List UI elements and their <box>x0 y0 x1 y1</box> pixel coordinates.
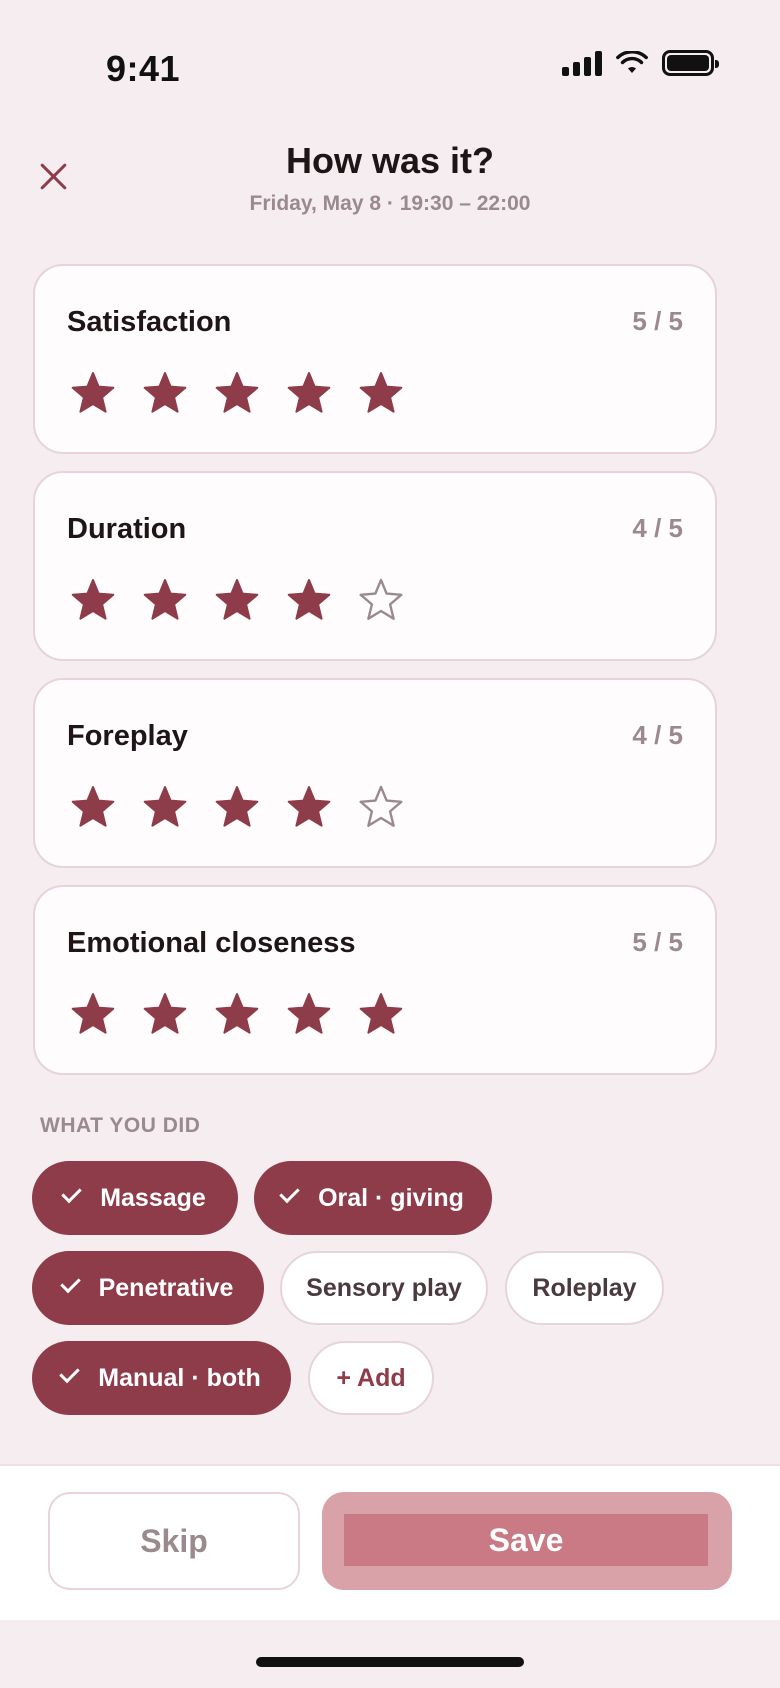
activity-chip-penetrative[interactable]: Penetrative <box>32 1251 264 1325</box>
activity-chip-roleplay[interactable]: Roleplay <box>505 1251 664 1325</box>
add-activity-button[interactable]: + Add <box>308 1341 434 1415</box>
rating-card-duration: Duration 4 / 5 <box>33 471 717 661</box>
star-filled-icon[interactable] <box>213 784 261 830</box>
rating-label: Foreplay <box>67 720 188 752</box>
rating-score: 4 / 5 <box>632 720 683 750</box>
save-button[interactable]: Save <box>322 1492 732 1590</box>
rating-label: Duration <box>67 513 187 545</box>
rating-label: Emotional closeness <box>67 927 356 959</box>
status-time: 9:41 <box>106 48 181 89</box>
star-filled-icon[interactable] <box>357 991 405 1037</box>
section-label-what-you-did: WHAT YOU DID <box>40 1114 201 1137</box>
star-empty-icon[interactable] <box>357 784 405 830</box>
session-datetime: Friday, May 8 · 19:30 – 22:00 <box>249 192 531 215</box>
check-icon <box>62 1362 76 1386</box>
battery-icon <box>662 50 719 76</box>
star-filled-icon[interactable] <box>69 784 117 830</box>
star-filled-icon[interactable] <box>141 991 189 1037</box>
star-filled-icon[interactable] <box>285 370 333 416</box>
rating-score: 5 / 5 <box>632 306 683 336</box>
star-rating <box>69 784 405 830</box>
star-filled-icon[interactable] <box>141 370 189 416</box>
rating-label: Satisfaction <box>67 306 232 338</box>
bottom-action-bar: Skip Save <box>0 1464 780 1620</box>
star-filled-icon[interactable] <box>141 784 189 830</box>
star-filled-icon[interactable] <box>285 991 333 1037</box>
status-icons <box>562 50 719 76</box>
activity-chip-massage[interactable]: Massage <box>32 1161 238 1235</box>
cellular-signal-icon <box>562 50 602 76</box>
home-indicator <box>256 1657 524 1667</box>
star-rating <box>69 991 405 1037</box>
activity-chip-oral-giving[interactable]: Oral · giving <box>254 1161 492 1235</box>
star-filled-icon[interactable] <box>69 991 117 1037</box>
skip-button[interactable]: Skip <box>48 1492 300 1590</box>
star-filled-icon[interactable] <box>69 370 117 416</box>
rating-score: 5 / 5 <box>632 927 683 957</box>
star-rating <box>69 370 405 416</box>
check-icon <box>63 1272 77 1296</box>
star-empty-icon[interactable] <box>357 577 405 623</box>
star-rating <box>69 577 405 623</box>
rating-cards: Satisfaction 5 / 5 Duration 4 / 5 Foreplay 4 … <box>33 264 717 1092</box>
page-title: How was it? <box>285 140 495 181</box>
star-filled-icon[interactable] <box>213 577 261 623</box>
check-icon <box>64 1182 78 1206</box>
rating-score: 4 / 5 <box>632 513 683 543</box>
star-filled-icon[interactable] <box>141 577 189 623</box>
rating-card-foreplay: Foreplay 4 / 5 <box>33 678 717 868</box>
save-button-label: Save <box>344 1514 708 1566</box>
rating-card-satisfaction: Satisfaction 5 / 5 <box>33 264 717 454</box>
status-bar: 9:41 <box>0 0 780 130</box>
star-filled-icon[interactable] <box>213 370 261 416</box>
rating-card-emotional-closeness: Emotional closeness 5 / 5 <box>33 885 717 1075</box>
activity-chip-sensory-play[interactable]: Sensory play <box>280 1251 488 1325</box>
star-filled-icon[interactable] <box>357 370 405 416</box>
star-filled-icon[interactable] <box>213 991 261 1037</box>
star-filled-icon[interactable] <box>285 577 333 623</box>
star-filled-icon[interactable] <box>285 784 333 830</box>
star-filled-icon[interactable] <box>69 577 117 623</box>
wifi-icon <box>616 51 648 73</box>
activity-chip-manual-both[interactable]: Manual · both <box>32 1341 291 1415</box>
check-icon <box>282 1182 296 1206</box>
